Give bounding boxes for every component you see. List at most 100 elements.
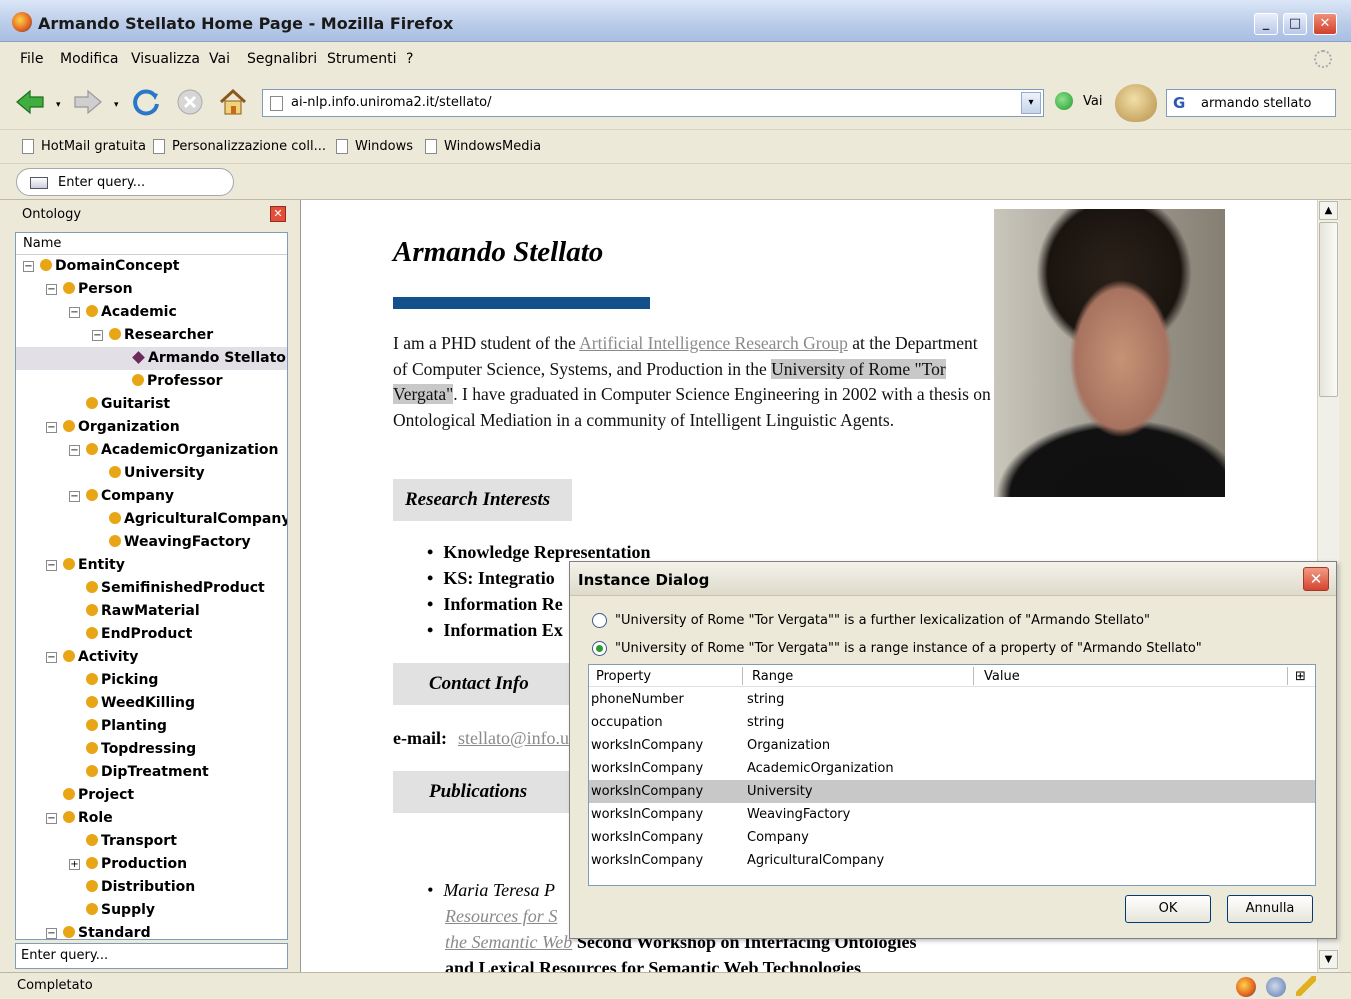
go-icon[interactable] bbox=[1055, 92, 1073, 110]
publication-link[interactable]: Resources for S bbox=[445, 906, 557, 927]
pencil-icon[interactable] bbox=[1296, 976, 1316, 996]
collapse-icon[interactable]: − bbox=[69, 445, 80, 456]
tree-node[interactable]: RawMaterial bbox=[16, 600, 287, 623]
tree-node[interactable]: Supply bbox=[16, 899, 287, 922]
tree-node[interactable]: − Researcher bbox=[16, 324, 287, 347]
email-link[interactable]: stellato@info.u bbox=[458, 728, 569, 749]
table-row[interactable]: phoneNumber string bbox=[589, 688, 1315, 711]
tree-node[interactable]: − DomainConcept bbox=[16, 255, 287, 278]
tree-node[interactable]: − Academic bbox=[16, 301, 287, 324]
search-input[interactable]: armando stellato bbox=[1201, 96, 1311, 111]
tree-node[interactable]: − Activity bbox=[16, 646, 287, 669]
sidebar-close-icon[interactable]: ✕ bbox=[270, 206, 286, 222]
reload-icon[interactable] bbox=[130, 86, 162, 118]
column-header-value[interactable]: Value bbox=[984, 669, 1020, 684]
tree-node[interactable]: − Standard bbox=[16, 922, 287, 939]
tree-node[interactable]: University bbox=[16, 462, 287, 485]
stop-icon[interactable] bbox=[174, 86, 206, 118]
collapse-icon[interactable]: − bbox=[46, 284, 57, 295]
menu-file[interactable]: File bbox=[20, 51, 43, 67]
tree-node[interactable]: − Company bbox=[16, 485, 287, 508]
maximize-button[interactable]: □ bbox=[1283, 13, 1307, 35]
tree-node[interactable]: − Role bbox=[16, 807, 287, 830]
radio-lexicalization[interactable] bbox=[592, 613, 607, 628]
menu-vai[interactable]: Vai bbox=[209, 51, 230, 67]
tree-node[interactable]: − Person bbox=[16, 278, 287, 301]
tree-node[interactable]: Professor bbox=[16, 370, 287, 393]
menu-visualizza[interactable]: Visualizza bbox=[131, 51, 200, 67]
tree-node[interactable]: Project bbox=[16, 784, 287, 807]
tree-node[interactable]: Transport bbox=[16, 830, 287, 853]
tree-node[interactable]: Picking bbox=[16, 669, 287, 692]
home-icon[interactable] bbox=[217, 86, 249, 118]
url-dropdown-icon[interactable]: ▾ bbox=[1021, 92, 1041, 114]
dialog-close-icon[interactable]: ✕ bbox=[1303, 567, 1329, 591]
collapse-icon[interactable]: − bbox=[23, 261, 34, 272]
radio-range-instance[interactable] bbox=[592, 641, 607, 656]
tree-node[interactable]: Planting bbox=[16, 715, 287, 738]
publication-link-2[interactable]: the Semantic Web bbox=[445, 932, 572, 952]
scroll-up-arrow-icon[interactable]: ▲ bbox=[1319, 201, 1338, 220]
annulla-button[interactable]: Annulla bbox=[1227, 895, 1313, 923]
tree-column-header[interactable]: Name bbox=[16, 233, 287, 255]
tree-node[interactable]: Topdressing bbox=[16, 738, 287, 761]
minimize-button[interactable]: _ bbox=[1254, 13, 1278, 35]
collapse-icon[interactable]: − bbox=[46, 422, 57, 433]
bookmark-windows[interactable]: Windows bbox=[336, 139, 413, 154]
bookmark-hotmail[interactable]: HotMail gratuita bbox=[22, 139, 146, 154]
tree-node[interactable]: WeedKilling bbox=[16, 692, 287, 715]
table-row[interactable]: worksInCompany Organization bbox=[589, 734, 1315, 757]
menu-strumenti[interactable]: Strumenti bbox=[327, 51, 397, 67]
research-group-link[interactable]: Artificial Intelligence Research Group bbox=[579, 333, 848, 353]
tree-node[interactable]: + Production bbox=[16, 853, 287, 876]
close-window-button[interactable]: ✕ bbox=[1313, 13, 1337, 35]
forward-dropdown-icon[interactable]: ▾ bbox=[114, 100, 119, 110]
back-arrow-icon[interactable] bbox=[14, 86, 46, 118]
scroll-thumb[interactable] bbox=[1319, 222, 1338, 397]
tree-node[interactable]: SemifinishedProduct bbox=[16, 577, 287, 600]
table-row[interactable]: worksInCompany Company bbox=[589, 826, 1315, 849]
tree-node[interactable]: − Entity bbox=[16, 554, 287, 577]
collapse-icon[interactable]: − bbox=[46, 652, 57, 663]
back-dropdown-icon[interactable]: ▾ bbox=[56, 100, 61, 110]
forward-arrow-icon[interactable] bbox=[72, 86, 104, 118]
ontology-tree[interactable]: Name − DomainConcept − Person − Academic − Rese… bbox=[15, 232, 288, 940]
ok-button[interactable]: OK bbox=[1125, 895, 1211, 923]
property-table[interactable]: Property Range Value ⊞ phoneNumber string… bbox=[588, 664, 1316, 886]
bookmark-windowsmedia[interactable]: WindowsMedia bbox=[425, 139, 541, 154]
menu-modifica[interactable]: Modifica bbox=[60, 51, 119, 67]
collapse-icon[interactable]: − bbox=[46, 928, 57, 939]
piggy-bank-icon[interactable] bbox=[1115, 84, 1157, 122]
tree-node[interactable]: Distribution bbox=[16, 876, 287, 899]
url-text[interactable]: ai-nlp.info.uniroma2.it/stellato/ bbox=[291, 95, 492, 110]
google-search-engine-icon[interactable]: G bbox=[1173, 95, 1191, 111]
collapse-icon[interactable]: − bbox=[92, 330, 103, 341]
expand-icon[interactable]: + bbox=[69, 859, 80, 870]
table-row[interactable]: occupation string bbox=[589, 711, 1315, 734]
table-row[interactable]: worksInCompany University bbox=[589, 780, 1315, 803]
option-lexicalization[interactable]: "University of Rome "Tor Vergata"" is a … bbox=[592, 613, 1150, 628]
collapse-icon[interactable]: − bbox=[69, 491, 80, 502]
search-box[interactable]: G armando stellato bbox=[1166, 89, 1336, 117]
column-menu-icon[interactable]: ⊞ bbox=[1295, 669, 1306, 684]
table-row[interactable]: worksInCompany WeavingFactory bbox=[589, 803, 1315, 826]
tree-node[interactable]: Guitarist bbox=[16, 393, 287, 416]
query-placeholder[interactable]: Enter query... bbox=[58, 175, 145, 190]
option-range-instance[interactable]: "University of Rome "Tor Vergata"" is a … bbox=[592, 641, 1202, 656]
address-bar[interactable]: ai-nlp.info.uniroma2.it/stellato/ ▾ bbox=[262, 89, 1044, 117]
tree-node[interactable]: WeavingFactory bbox=[16, 531, 287, 554]
collapse-icon[interactable]: − bbox=[46, 813, 57, 824]
tree-node[interactable]: DipTreatment bbox=[16, 761, 287, 784]
firefox-status-icon[interactable] bbox=[1236, 977, 1256, 997]
table-row[interactable]: worksInCompany AgriculturalCompany bbox=[589, 849, 1315, 872]
ontology-query-input[interactable]: Enter query... bbox=[15, 943, 288, 969]
tree-node[interactable]: EndProduct bbox=[16, 623, 287, 646]
query-input[interactable]: Enter query... bbox=[16, 168, 234, 196]
collapse-icon[interactable]: − bbox=[46, 560, 57, 571]
tree-node[interactable]: AgriculturalCompany bbox=[16, 508, 287, 531]
column-header-property[interactable]: Property bbox=[596, 669, 651, 684]
menu-segnalibri[interactable]: Segnalibri bbox=[247, 51, 317, 67]
tree-node[interactable]: Armando Stellato bbox=[16, 347, 287, 370]
table-row[interactable]: worksInCompany AcademicOrganization bbox=[589, 757, 1315, 780]
go-button-label[interactable]: Vai bbox=[1083, 94, 1102, 109]
